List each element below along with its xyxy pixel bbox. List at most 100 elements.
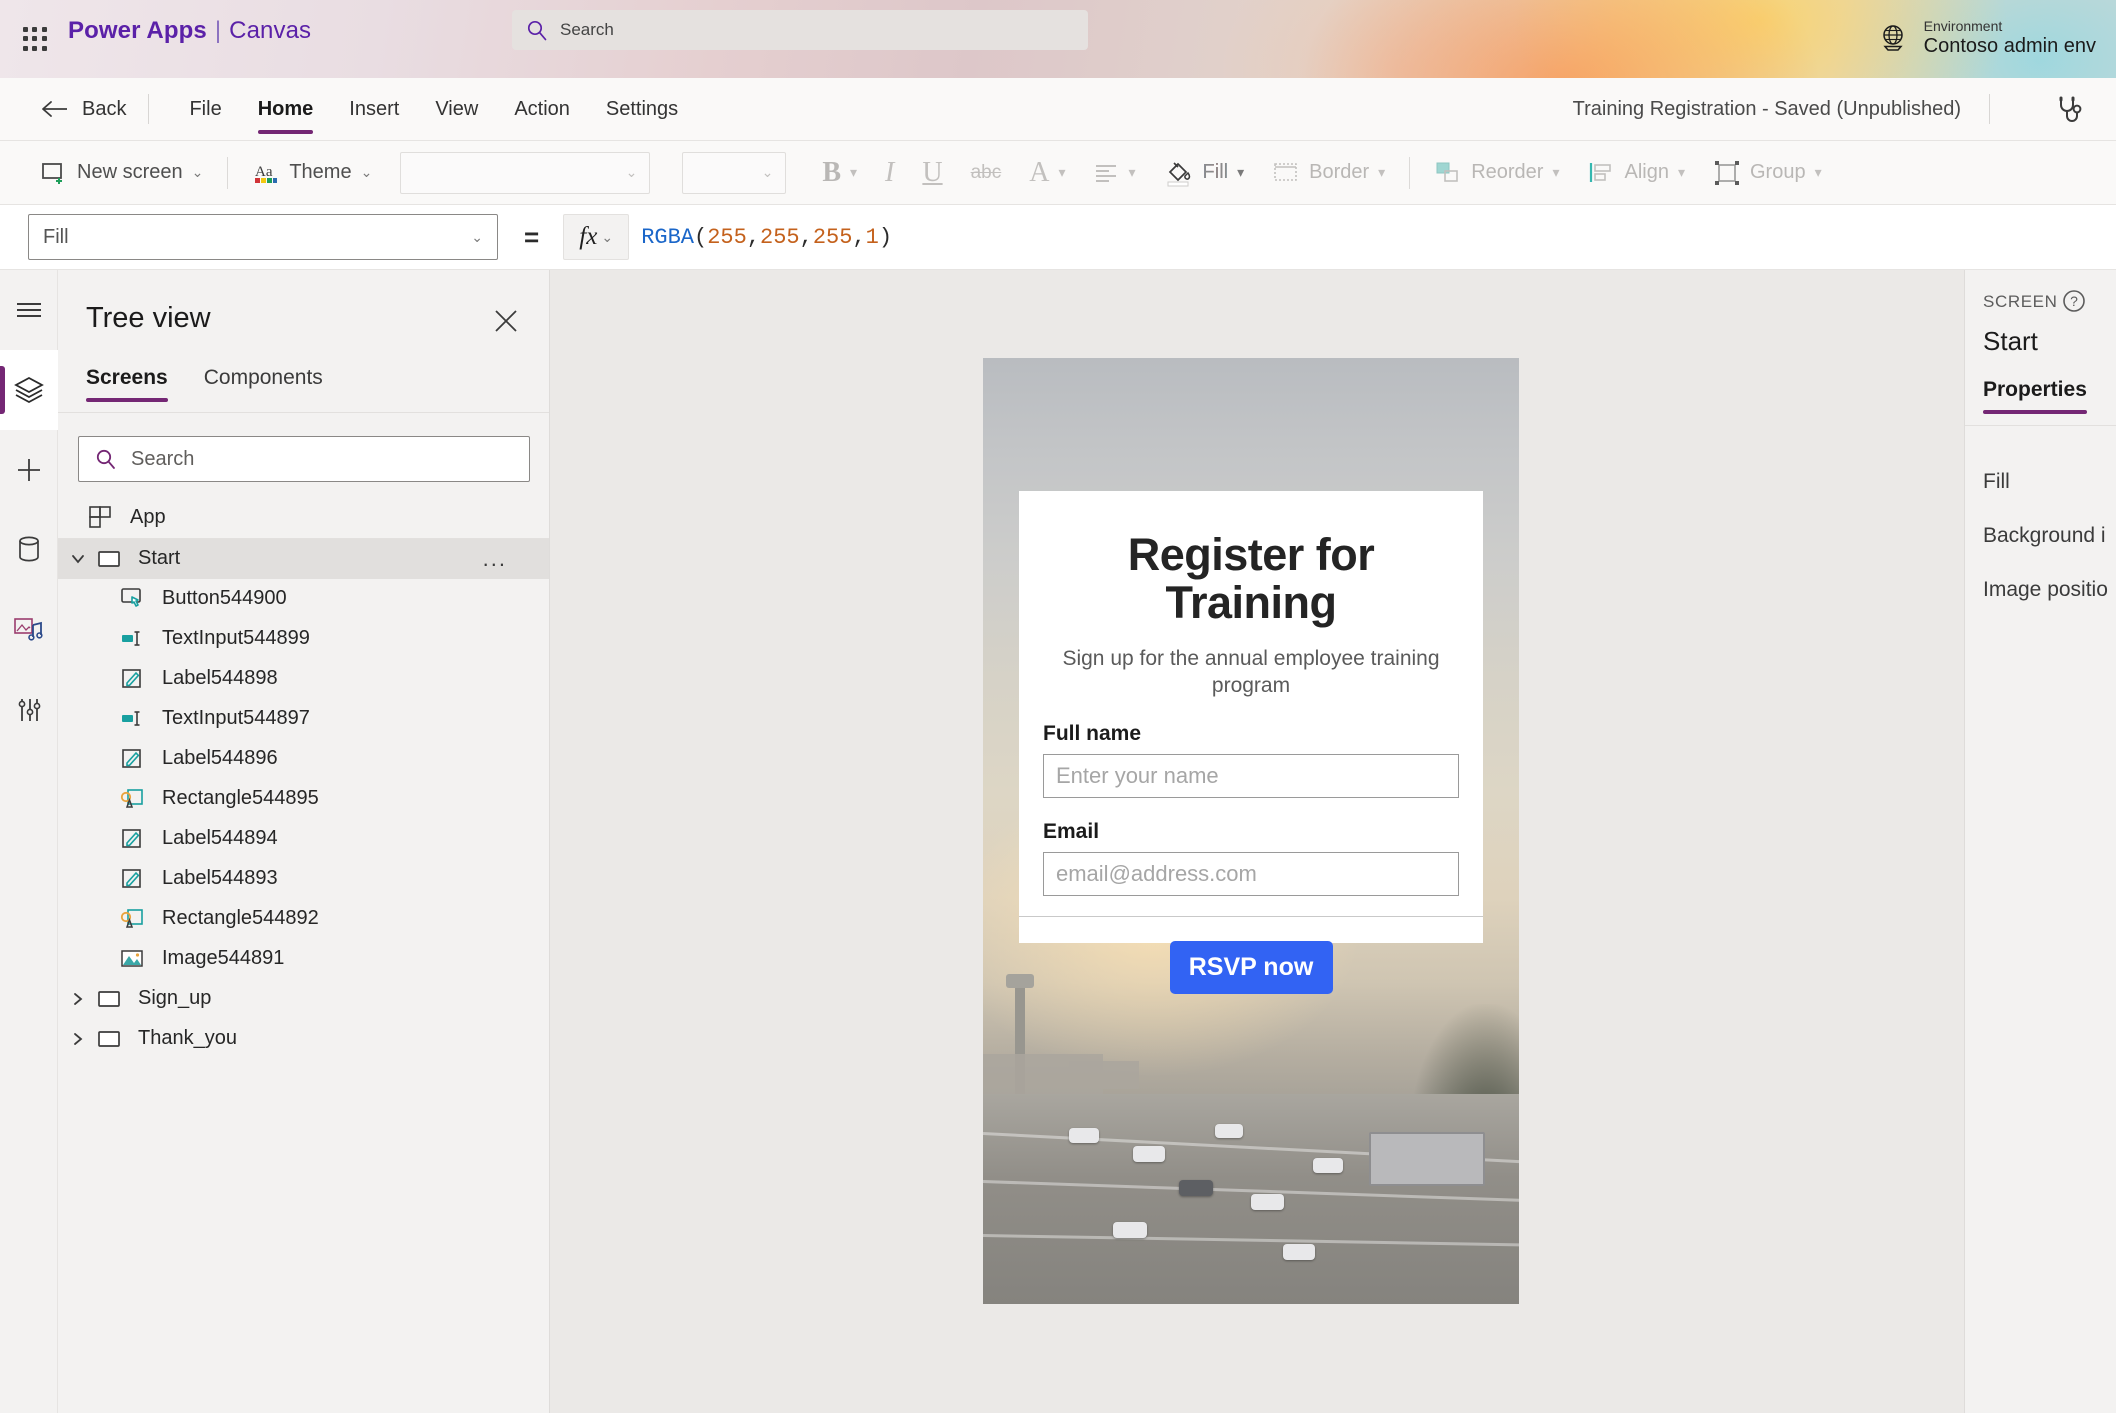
fx-expand-button[interactable]: fx ⌄ bbox=[563, 214, 630, 260]
strikethrough-button[interactable]: abc bbox=[957, 150, 1016, 196]
layers-tree-view-icon[interactable] bbox=[0, 350, 58, 430]
globe-icon bbox=[1876, 21, 1910, 55]
tree-node-label544893[interactable]: Label544893 bbox=[58, 859, 549, 899]
formula-token-paren-open: ( bbox=[694, 224, 708, 250]
chevron-collapsed-icon[interactable] bbox=[66, 991, 90, 1007]
chevron-down-icon: ⌄ bbox=[471, 228, 483, 245]
tab-components-label: Components bbox=[203, 366, 323, 389]
italic-button[interactable]: I bbox=[871, 150, 908, 196]
menu-item-action-label: Action bbox=[514, 97, 570, 120]
tree-node-app[interactable]: App bbox=[58, 498, 549, 538]
global-search-placeholder: Search bbox=[560, 20, 614, 39]
reorder-icon bbox=[1434, 159, 1462, 187]
tree-node-sign-up[interactable]: Sign_up bbox=[58, 979, 549, 1019]
menu-item-insert[interactable]: Insert bbox=[331, 78, 417, 140]
tree-node-button544900[interactable]: Button544900 bbox=[58, 579, 549, 619]
tree-node-rectangle544892[interactable]: Rectangle544892 bbox=[58, 899, 549, 939]
border-label: Border bbox=[1309, 161, 1370, 183]
menu-item-file-label: File bbox=[189, 97, 222, 120]
global-search-input[interactable]: Search bbox=[512, 10, 1088, 50]
menu-item-settings[interactable]: Settings bbox=[588, 78, 696, 140]
formula-token-g: 255 bbox=[760, 224, 800, 250]
background-photo-building-2 bbox=[1069, 1061, 1139, 1089]
bold-button[interactable]: B ▾ bbox=[808, 150, 871, 196]
database-data-icon[interactable] bbox=[0, 510, 58, 590]
formula-bar-row: Fill ⌄ = fx ⌄ RGBA(255, 255, 255, 1) bbox=[0, 205, 2116, 270]
fill-button[interactable]: Fill ▾ bbox=[1150, 150, 1259, 196]
new-screen-button[interactable]: New screen ⌄ bbox=[26, 150, 217, 196]
chevron-collapsed-icon[interactable] bbox=[66, 1031, 90, 1047]
chevron-down-icon: ▾ bbox=[1552, 164, 1560, 180]
chevron-expanded-icon[interactable] bbox=[66, 551, 90, 567]
search-icon bbox=[95, 448, 117, 470]
tree-node-textinput544899[interactable]: TextInput544899 bbox=[58, 619, 549, 659]
property-row-background-image[interactable]: Background i bbox=[1983, 524, 2106, 548]
stethoscope-icon[interactable] bbox=[2050, 92, 2086, 128]
text-align-button[interactable]: ▾ bbox=[1080, 150, 1150, 196]
tree-node-list: App Start ... Button544900 TextInput5448… bbox=[58, 498, 549, 1413]
ribbon-divider-1 bbox=[227, 156, 229, 189]
font-family-select[interactable]: ⌄ bbox=[400, 151, 651, 194]
menu-item-file[interactable]: File bbox=[171, 78, 239, 140]
formula-token-comma-1: , bbox=[746, 224, 761, 250]
brand-title[interactable]: Power Apps | Canvas bbox=[68, 17, 311, 45]
tree-node-context-menu[interactable]: ... bbox=[483, 546, 507, 572]
card-subtitle: Sign up for the annual employee training… bbox=[1062, 647, 1440, 698]
property-select[interactable]: Fill ⌄ bbox=[28, 214, 498, 260]
field-full-name-input[interactable]: Enter your name bbox=[1043, 754, 1459, 799]
property-select-value: Fill bbox=[43, 225, 69, 248]
tree-node-start[interactable]: Start ... bbox=[58, 539, 549, 579]
help-circle-icon[interactable]: ? bbox=[2061, 288, 2087, 314]
back-button[interactable]: Back bbox=[40, 98, 126, 121]
ribbon-toolbar: New screen ⌄ Aa Theme ⌄ ⌄ ⌄ B ▾ I U abc … bbox=[0, 141, 2116, 205]
brand-sub-label: Canvas bbox=[229, 17, 312, 44]
rsvp-now-button[interactable]: RSVP now bbox=[1169, 941, 1333, 995]
property-row-image-position[interactable]: Image positio bbox=[1983, 578, 2108, 602]
font-size-select[interactable]: ⌄ bbox=[682, 151, 787, 194]
svg-text:?: ? bbox=[2070, 293, 2078, 309]
plus-insert-icon[interactable] bbox=[0, 430, 58, 510]
menu-item-action[interactable]: Action bbox=[496, 78, 588, 140]
underline-button[interactable]: U bbox=[908, 150, 956, 196]
shape-control-icon bbox=[120, 906, 146, 932]
property-row-fill[interactable]: Fill bbox=[1983, 470, 2010, 494]
tab-properties[interactable]: Properties bbox=[1983, 378, 2087, 414]
field-email-input[interactable]: email@address.com bbox=[1043, 852, 1459, 897]
formula-input[interactable]: RGBA(255, 255, 255, 1) bbox=[629, 214, 2116, 260]
tree-node-rectangle544895[interactable]: Rectangle544895 bbox=[58, 779, 549, 819]
hamburger-menu-icon[interactable] bbox=[0, 270, 58, 350]
tree-search-input[interactable]: Search bbox=[78, 436, 530, 482]
border-button[interactable]: Border ▾ bbox=[1258, 150, 1399, 196]
group-button[interactable]: Group ▾ bbox=[1699, 150, 1836, 196]
environment-picker[interactable]: Environment Contoso admin env bbox=[1876, 8, 2096, 68]
tree-node-textinput544897[interactable]: TextInput544897 bbox=[58, 699, 549, 739]
reorder-button[interactable]: Reorder ▾ bbox=[1420, 150, 1573, 196]
menu-item-home[interactable]: Home bbox=[240, 78, 332, 140]
arrow-left-icon bbox=[40, 98, 70, 120]
tree-node-thank-you[interactable]: Thank_you bbox=[58, 1019, 549, 1059]
app-launcher-icon[interactable] bbox=[18, 22, 52, 56]
theme-button[interactable]: Aa Theme ⌄ bbox=[238, 150, 386, 196]
align-objects-button[interactable]: Align ▾ bbox=[1573, 150, 1699, 196]
tree-node-label544894[interactable]: Label544894 bbox=[58, 819, 549, 859]
formula-token-paren-close: ) bbox=[878, 224, 893, 250]
app-canvas-area[interactable]: Register for Training Sign up for the an… bbox=[550, 270, 1964, 1413]
tree-node-label544896[interactable]: Label544896 bbox=[58, 739, 549, 779]
align-icon bbox=[1094, 162, 1120, 184]
menu-item-view[interactable]: View bbox=[417, 78, 496, 140]
media-icon[interactable] bbox=[0, 590, 58, 670]
tab-screens[interactable]: Screens bbox=[86, 366, 168, 402]
tree-node-label544898[interactable]: Label544898 bbox=[58, 659, 549, 699]
strikethrough-icon: abc bbox=[970, 161, 1002, 183]
tree-search-placeholder: Search bbox=[131, 447, 195, 470]
chevron-down-icon: ▾ bbox=[1378, 164, 1386, 180]
font-color-button[interactable]: A ▾ bbox=[1015, 150, 1079, 196]
tree-node-label: Label544898 bbox=[162, 667, 278, 689]
advanced-settings-icon[interactable] bbox=[0, 670, 58, 750]
close-icon[interactable] bbox=[491, 306, 521, 336]
app-screen-preview[interactable]: Register for Training Sign up for the an… bbox=[983, 358, 1519, 1304]
tree-node-image544891[interactable]: Image544891 bbox=[58, 939, 549, 979]
field-email-label: Email bbox=[1043, 820, 1100, 844]
brand-separator: | bbox=[214, 17, 222, 44]
tab-components[interactable]: Components bbox=[204, 366, 323, 402]
